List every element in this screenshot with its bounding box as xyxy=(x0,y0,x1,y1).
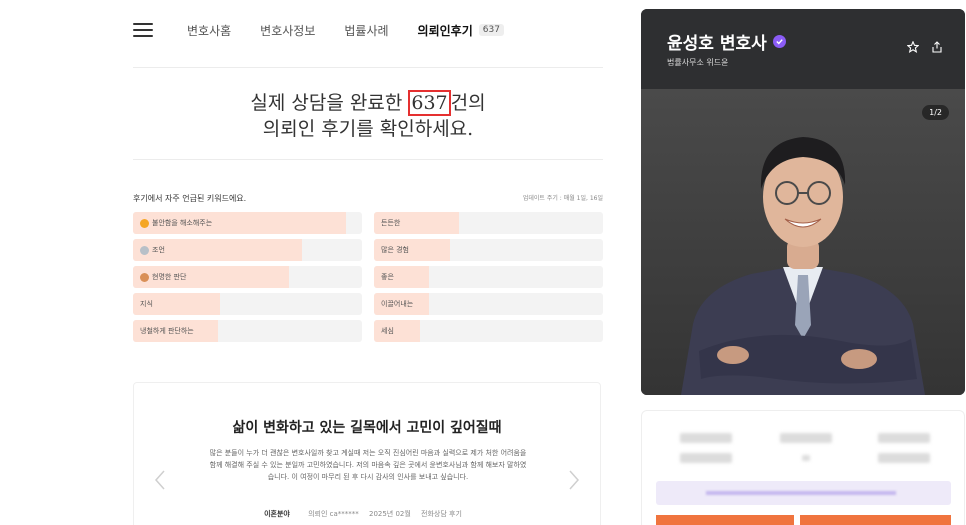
tab-legal-cases[interactable]: 법률사례 xyxy=(344,22,388,39)
photo-counter: 1/2 xyxy=(922,105,949,120)
keyword-label: 조언 xyxy=(152,246,165,254)
keyword-label-row: 지식 xyxy=(140,299,153,309)
cta-button[interactable] xyxy=(656,515,794,525)
divider xyxy=(133,159,603,160)
review-card: 삶이 변화하고 있는 길목에서 고민이 깊어질때 많은 분들이 누가 더 괜찮은… xyxy=(133,382,601,525)
review-type: 전화상담 후기 xyxy=(421,510,462,518)
keyword-label-row: 든든한 xyxy=(381,218,400,228)
review-category: 이혼분야 xyxy=(264,510,290,518)
law-firm-name: 법률사무소 위드윤 xyxy=(667,58,729,67)
keyword-label-row: 이끌어내는 xyxy=(381,299,413,309)
tab-client-reviews[interactable]: 의뢰인후기 xyxy=(418,22,473,39)
previous-review-arrow-icon[interactable] xyxy=(154,469,166,491)
star-icon[interactable] xyxy=(907,41,919,53)
blurred-stat xyxy=(878,433,930,443)
keyword-bar: 많은 경험 xyxy=(374,239,603,261)
bronze-medal-icon xyxy=(140,272,149,282)
review-count-badge: 637 xyxy=(478,24,504,36)
blurred-stat xyxy=(780,433,832,443)
keyword-grid: 불안함을 해소해주는 든든한조언 많은 경험현명한 판단 좋은지식 이끌어내는냉철하게 … xyxy=(133,212,603,342)
keyword-label: 세심 xyxy=(381,327,394,335)
keyword-label-row: 많은 경험 xyxy=(381,245,409,255)
profile-header: 윤성호 변호사 법률사무소 위드윤 xyxy=(641,9,965,89)
keyword-label: 지식 xyxy=(140,300,153,308)
lawyer-name: 윤성호 변호사 xyxy=(667,34,767,54)
silver-medal-icon xyxy=(140,245,149,255)
keyword-label-row: 냉철하게 판단하는 xyxy=(140,326,194,336)
keyword-label-row: 불안함을 해소해주는 xyxy=(140,218,212,228)
keyword-label-row: 좋은 xyxy=(381,272,394,282)
keyword-label-row: 현명한 판단 xyxy=(140,272,186,282)
headline-count-highlight: 637 xyxy=(408,90,451,116)
reviews-headline: 실제 상담을 완료한 637 건의 의뢰인 후기를 확인하세요. xyxy=(133,90,603,142)
gold-medal-icon xyxy=(140,218,149,228)
keywords-update-note: 업데이트 주기 : 매월 1일, 16일 xyxy=(522,195,603,202)
keyword-label-row: 조언 xyxy=(140,245,165,255)
keyword-bar: 지식 xyxy=(133,293,362,315)
tab-lawyer-home[interactable]: 변호사홈 xyxy=(187,22,231,39)
keyword-label: 든든한 xyxy=(381,219,401,227)
lawyer-name-row: 윤성호 변호사 xyxy=(667,29,786,54)
blurred-stat xyxy=(680,433,732,443)
review-title: 삶이 변화하고 있는 길목에서 고민이 깊어질때 xyxy=(232,420,502,436)
keyword-bar: 불안함을 해소해주는 xyxy=(133,212,362,234)
next-review-arrow-icon[interactable] xyxy=(568,469,580,491)
blurred-stat xyxy=(878,453,930,463)
cta-button[interactable] xyxy=(800,515,951,525)
keyword-bar: 현명한 판단 xyxy=(133,266,362,288)
keyword-bar: 좋은 xyxy=(374,266,603,288)
blurred-stat xyxy=(802,455,810,461)
keyword-label: 이끌어내는 xyxy=(381,300,414,308)
lawyer-photo[interactable]: 1/2 xyxy=(641,89,965,395)
review-date: 2025년 02월 xyxy=(368,510,411,518)
keyword-bar: 이끌어내는 xyxy=(374,293,603,315)
keyword-label: 좋은 xyxy=(381,273,394,281)
blurred-stat xyxy=(680,453,732,463)
keyword-label: 냉철하게 판단하는 xyxy=(140,327,194,335)
blurred-banner[interactable] xyxy=(656,481,951,505)
keyword-label: 불안함을 해소해주는 xyxy=(152,219,213,227)
keyword-label: 많은 경험 xyxy=(381,246,409,254)
verified-badge-icon xyxy=(772,35,786,48)
keyword-bar: 냉철하게 판단하는 xyxy=(133,320,362,342)
keyword-label-row: 세심 xyxy=(381,326,394,336)
review-body: 많은 분들이 누가 더 괜찮은 변호사일까 찾고 계실때 저는 오직 진심어린 … xyxy=(209,449,527,481)
headline-suffix: 건의 xyxy=(450,92,486,114)
review-meta: 이혼분야 의뢰인 ca****** 2025년 02월 전화상담 후기 xyxy=(134,509,600,519)
divider xyxy=(133,67,603,68)
keyword-bar: 든든한 xyxy=(374,212,603,234)
lawyer-stats-card xyxy=(641,410,965,525)
review-client: 의뢰인 ca****** xyxy=(308,510,359,518)
headline-prefix: 실제 상담을 완료한 xyxy=(250,92,409,114)
lawyer-profile-card: 윤성호 변호사 법률사무소 위드윤 1/2 xyxy=(641,9,965,395)
keyword-label: 현명한 판단 xyxy=(152,273,187,281)
tab-lawyer-info[interactable]: 변호사정보 xyxy=(260,22,315,39)
lawyer-portrait-image xyxy=(681,137,925,395)
headline-line2: 의뢰인 후기를 확인하세요. xyxy=(262,118,474,140)
keywords-title: 후기에서 자주 언급된 키워드에요. xyxy=(133,194,247,203)
keyword-bar: 세심 xyxy=(374,320,603,342)
top-nav: 변호사홈 변호사정보 법률사례 의뢰인후기 637 xyxy=(133,20,504,40)
menu-icon[interactable] xyxy=(133,23,153,37)
share-icon[interactable] xyxy=(931,41,943,53)
keyword-bar: 조언 xyxy=(133,239,362,261)
